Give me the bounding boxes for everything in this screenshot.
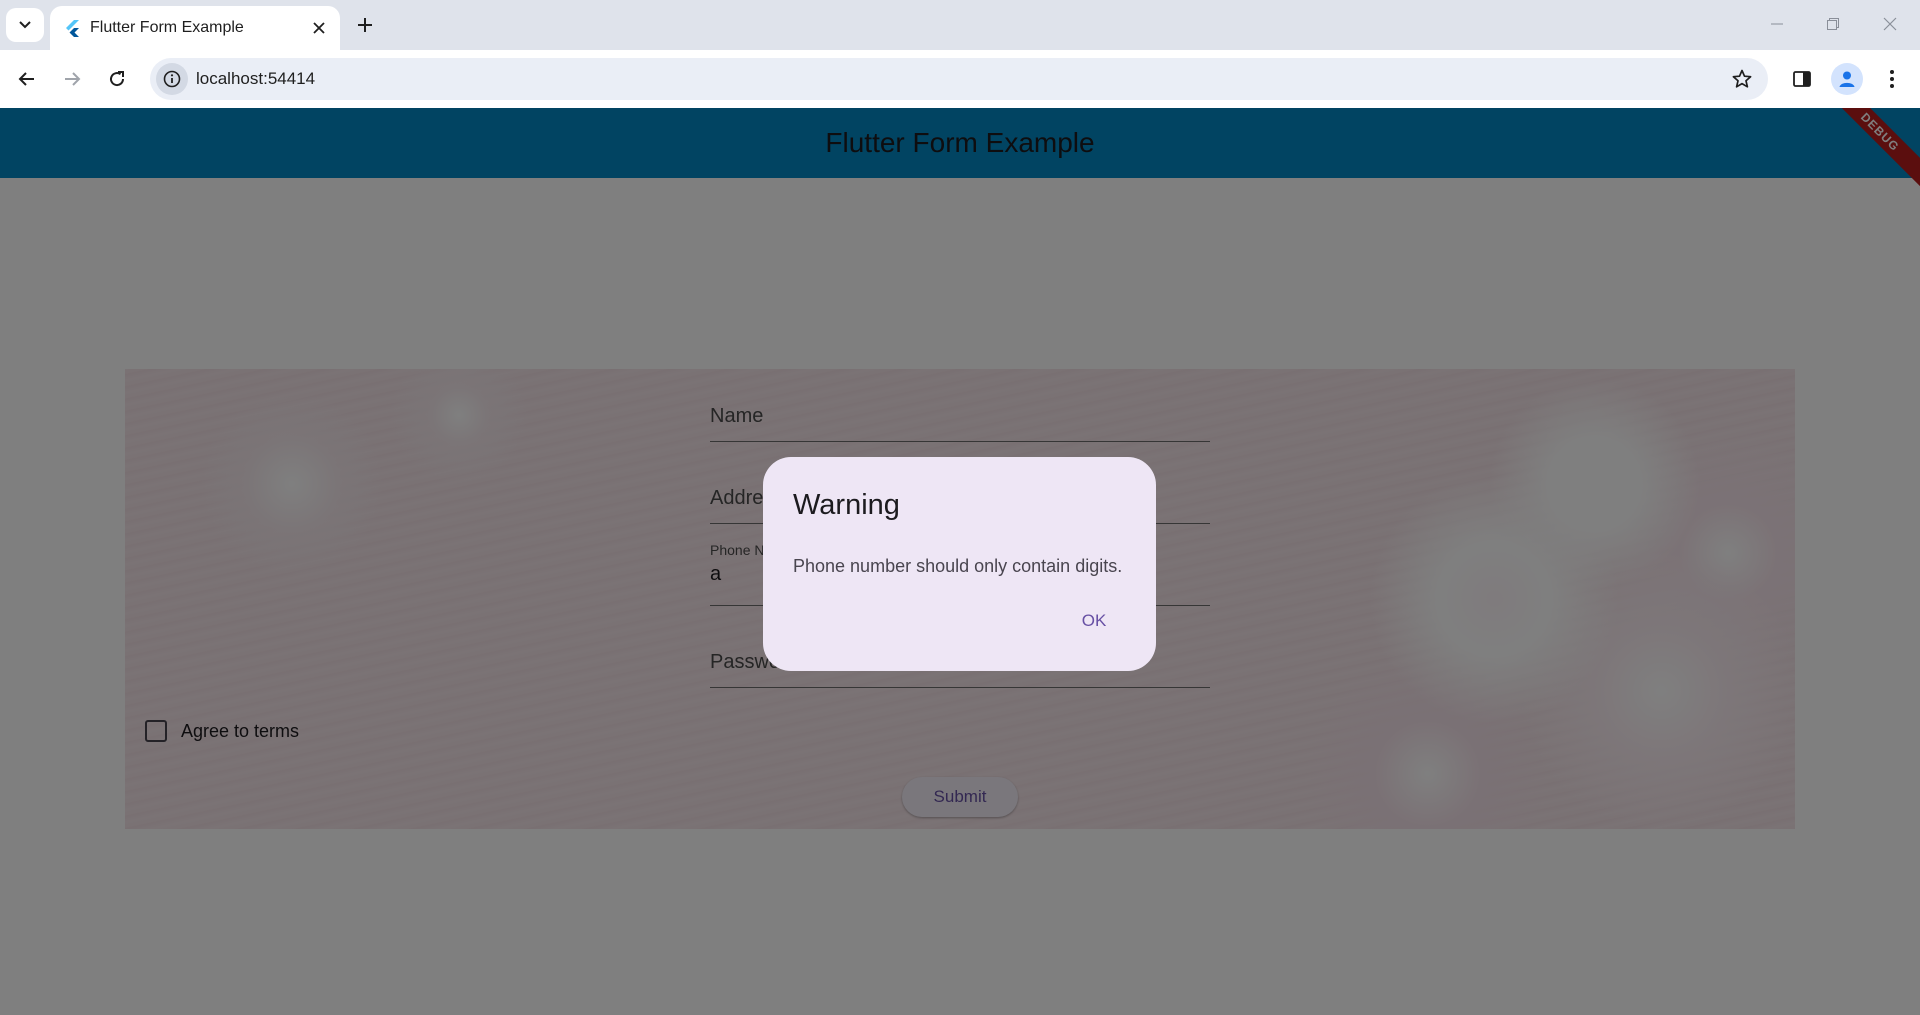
- minimize-icon: [1771, 23, 1783, 25]
- site-info-button[interactable]: [156, 63, 188, 95]
- minimize-button[interactable]: [1757, 8, 1797, 40]
- tab-title: Flutter Form Example: [90, 19, 244, 36]
- ok-button[interactable]: OK: [1066, 601, 1122, 641]
- bookmark-button[interactable]: [1730, 67, 1754, 91]
- close-icon: [313, 22, 325, 34]
- address-bar[interactable]: localhost:54414: [150, 58, 1768, 100]
- restore-button[interactable]: [1813, 8, 1853, 40]
- browser-tab[interactable]: Flutter Form Example: [50, 6, 340, 50]
- new-tab-button[interactable]: [350, 10, 380, 40]
- flutter-icon: [66, 20, 79, 37]
- tab-close-button[interactable]: [308, 17, 330, 39]
- arrow-left-icon: [18, 72, 34, 86]
- profile-button[interactable]: [1831, 63, 1863, 95]
- browser-toolbar: localhost:54414: [0, 50, 1920, 108]
- tab-search-button[interactable]: [6, 8, 44, 42]
- forward-button[interactable]: [56, 63, 88, 95]
- back-button[interactable]: [11, 63, 43, 95]
- side-panel-icon: [1793, 71, 1811, 87]
- app-viewport: Flutter Form Example DEBUG Name Address …: [0, 108, 1920, 1015]
- reload-icon: [110, 71, 125, 87]
- plus-icon: [358, 18, 372, 32]
- close-icon: [1883, 17, 1897, 31]
- reload-button[interactable]: [101, 63, 133, 95]
- close-window-button[interactable]: [1870, 8, 1910, 40]
- arrow-right-icon: [65, 72, 81, 86]
- tab-strip: Flutter Form Example: [0, 0, 1920, 50]
- menu-button[interactable]: [1876, 63, 1908, 95]
- dialog-message: Phone number should only contain digits.: [793, 556, 1123, 576]
- restore-icon: [1827, 18, 1839, 30]
- info-icon: [163, 70, 181, 88]
- star-icon: [1732, 69, 1752, 88]
- url-text: localhost:54414: [196, 69, 316, 88]
- side-panel-button[interactable]: [1786, 63, 1818, 95]
- chevron-down-icon: [19, 21, 31, 29]
- avatar-icon: [1839, 71, 1855, 87]
- warning-dialog: Warning Phone number should only contain…: [763, 457, 1156, 671]
- more-vertical-icon: [1890, 70, 1894, 88]
- dialog-title: Warning: [793, 489, 900, 521]
